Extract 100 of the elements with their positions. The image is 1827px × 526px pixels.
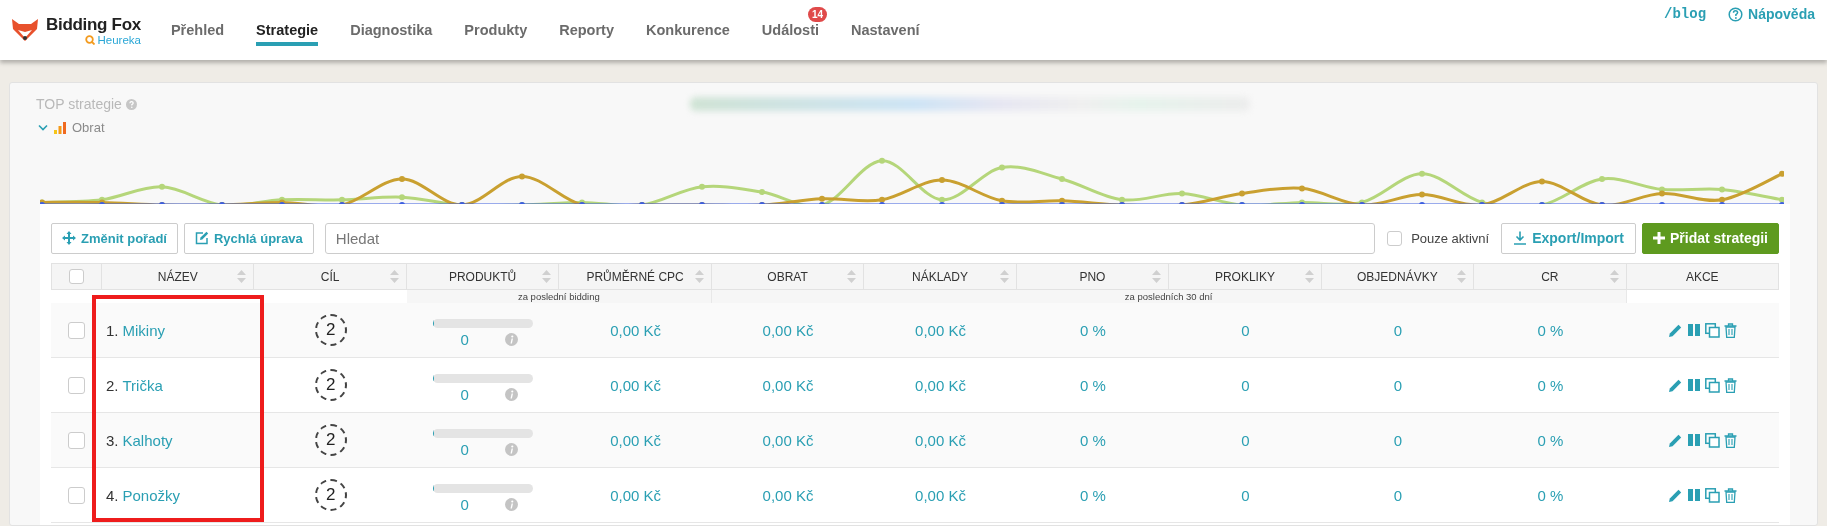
pencil-icon[interactable] bbox=[1668, 432, 1684, 448]
nav-tab[interactable]: Strategie bbox=[240, 0, 335, 60]
copy-icon[interactable] bbox=[1705, 322, 1721, 338]
pause-icon[interactable] bbox=[1687, 378, 1702, 392]
orders-value: 0 bbox=[1393, 376, 1402, 394]
clicks-value: 0 bbox=[1241, 376, 1250, 394]
row-checkbox[interactable] bbox=[68, 321, 85, 339]
row-checkbox[interactable] bbox=[68, 486, 85, 504]
cost-value: 0,00 Kč bbox=[915, 321, 966, 339]
goal-badge: 2 bbox=[314, 369, 347, 401]
chart-point bbox=[1239, 190, 1245, 197]
reorder-button[interactable]: Změnit pořadí bbox=[51, 222, 178, 254]
trash-icon[interactable] bbox=[1724, 432, 1738, 448]
column-header[interactable]: PRŮMĚRNÉ CPC bbox=[559, 263, 712, 290]
trash-icon[interactable] bbox=[1724, 322, 1738, 338]
goal-badge: 2 bbox=[314, 479, 347, 511]
help-icon bbox=[1728, 6, 1744, 22]
checkbox-label: Pouze aktivní bbox=[1411, 230, 1490, 246]
column-header[interactable]: PRODUKTŮ bbox=[406, 263, 560, 290]
column-header[interactable]: CÍL bbox=[254, 263, 407, 290]
avg-cpc-value: 0,00 Kč bbox=[610, 431, 661, 449]
strategy-link[interactable]: Mikiny bbox=[122, 321, 166, 339]
period-note: za posledních 30 dní bbox=[711, 290, 1627, 303]
pencil-icon[interactable] bbox=[1668, 322, 1684, 338]
select-all-checkbox[interactable] bbox=[69, 269, 84, 284]
row-number: 2. bbox=[106, 376, 119, 394]
nav-tab[interactable]: Nastavení bbox=[835, 0, 936, 60]
add-strategy-button[interactable]: Přidat strategii bbox=[1641, 222, 1779, 254]
search-field[interactable]: Hledat bbox=[324, 222, 1376, 254]
pause-icon[interactable] bbox=[1687, 433, 1702, 447]
pause-icon[interactable] bbox=[1687, 323, 1702, 337]
pencil-icon[interactable] bbox=[1668, 377, 1684, 393]
chart-point bbox=[1179, 190, 1185, 197]
strategy-link[interactable]: Trička bbox=[122, 376, 163, 394]
product-count: 0 bbox=[460, 330, 469, 348]
trash-icon[interactable] bbox=[1724, 377, 1738, 393]
checkbox[interactable] bbox=[1387, 230, 1403, 246]
column-header[interactable]: NÁZEV bbox=[102, 263, 255, 290]
chart-point bbox=[1539, 178, 1545, 185]
row-checkbox[interactable] bbox=[68, 431, 85, 449]
bar-chart-icon bbox=[54, 121, 66, 134]
product-count: 0 bbox=[460, 495, 469, 513]
nav-tab[interactable]: Události 14 bbox=[745, 0, 835, 60]
chart-point bbox=[879, 157, 885, 164]
chart-point bbox=[939, 177, 945, 183]
nav-tab[interactable]: Konkurence bbox=[630, 0, 746, 60]
fox-logo-icon bbox=[10, 17, 40, 43]
copy-icon[interactable] bbox=[1705, 377, 1721, 393]
pno-value: 0 % bbox=[1080, 486, 1106, 504]
chart-point bbox=[159, 183, 165, 190]
revenue-value: 0,00 Kč bbox=[762, 486, 814, 504]
chart-point bbox=[1419, 191, 1425, 198]
row-checkbox[interactable] bbox=[68, 376, 85, 394]
clicks-value: 0 bbox=[1241, 486, 1250, 504]
export-import-button[interactable]: Export/Import bbox=[1501, 222, 1636, 254]
orders-value: 0 bbox=[1393, 431, 1402, 449]
cost-value: 0,00 Kč bbox=[915, 431, 966, 449]
chart-point bbox=[759, 189, 765, 195]
strategy-link[interactable]: Ponožky bbox=[122, 486, 181, 504]
copy-icon[interactable] bbox=[1705, 432, 1721, 448]
edit-icon bbox=[194, 231, 209, 245]
brand-name: Heureka bbox=[97, 33, 141, 46]
metric-label: Obrat bbox=[72, 120, 105, 135]
revenue-value: 0,00 Kč bbox=[762, 376, 814, 394]
pause-icon[interactable] bbox=[1687, 488, 1702, 502]
conversion-rate-value: 0 % bbox=[1537, 321, 1564, 339]
blog-link[interactable]: /blog bbox=[1664, 6, 1707, 22]
column-header[interactable]: OBRAT bbox=[711, 263, 865, 290]
column-header[interactable]: OBJEDNÁVKY bbox=[1321, 263, 1475, 290]
column-header: AKCE bbox=[1626, 263, 1779, 290]
orders-value: 0 bbox=[1393, 321, 1402, 339]
info-icon bbox=[504, 442, 518, 456]
column-header[interactable]: CR bbox=[1474, 263, 1627, 290]
pencil-icon[interactable] bbox=[1668, 487, 1684, 503]
chart-point bbox=[999, 164, 1005, 171]
cost-value: 0,00 Kč bbox=[915, 376, 966, 394]
orders-value: 0 bbox=[1393, 486, 1402, 504]
revenue-value: 0,00 Kč bbox=[762, 431, 814, 449]
info-icon bbox=[504, 387, 518, 401]
strategy-link[interactable]: Kalhoty bbox=[122, 431, 173, 449]
pno-value: 0 % bbox=[1080, 321, 1106, 339]
nav-tab[interactable]: Produkty bbox=[448, 0, 544, 60]
info-icon bbox=[504, 332, 518, 346]
info-icon bbox=[504, 497, 518, 511]
pno-value: 0 % bbox=[1080, 431, 1106, 449]
pno-value: 0 % bbox=[1080, 376, 1106, 394]
column-header[interactable]: PROKLIKY bbox=[1169, 263, 1322, 290]
column-header[interactable]: NÁKLADY bbox=[864, 263, 1017, 290]
cost-value: 0,00 Kč bbox=[915, 486, 966, 504]
nav-tab[interactable]: Přehled bbox=[154, 0, 241, 60]
copy-icon[interactable] bbox=[1705, 487, 1721, 503]
trash-icon[interactable] bbox=[1724, 487, 1738, 503]
quick-edit-button[interactable]: Rychlá úprava bbox=[183, 222, 314, 254]
download-icon bbox=[1513, 231, 1528, 245]
nav-tab[interactable]: Reporty bbox=[543, 0, 630, 60]
column-header[interactable]: PNO bbox=[1016, 263, 1170, 290]
chart-point bbox=[1299, 185, 1305, 192]
avg-cpc-value: 0,00 Kč bbox=[610, 321, 661, 339]
help-link[interactable]: Nápověda bbox=[1728, 6, 1815, 22]
nav-tab[interactable]: Diagnostika bbox=[334, 0, 449, 60]
